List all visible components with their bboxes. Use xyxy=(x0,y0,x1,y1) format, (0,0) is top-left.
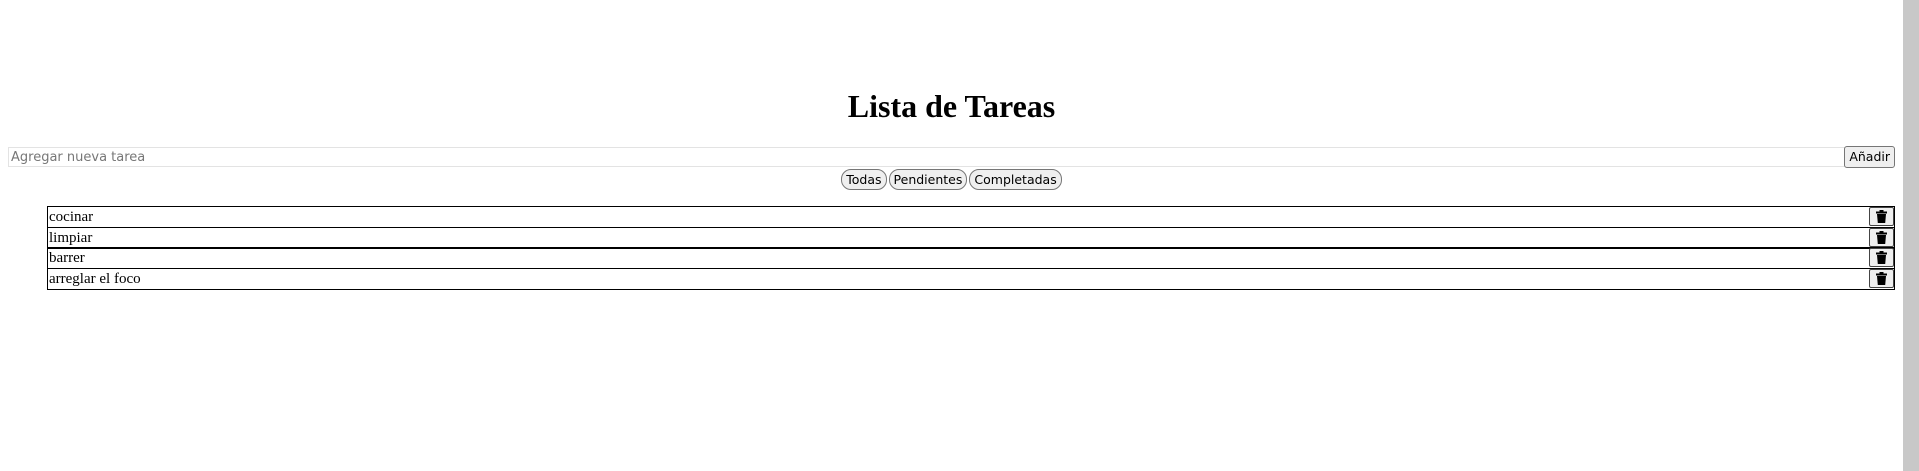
task-text: cocinar xyxy=(49,209,94,225)
page-title: Lista de Tareas xyxy=(847,88,1056,124)
page: Lista de Tareas Añadir Todas Pendientes … xyxy=(0,0,1903,471)
new-task-input[interactable] xyxy=(8,147,1845,167)
task-item[interactable]: limpiar xyxy=(47,226,1895,249)
task-list: cocinar limpiar barrer arreglar el foco xyxy=(47,206,1895,290)
filter-all-button[interactable]: Todas xyxy=(841,169,887,190)
filter-completed-button[interactable]: Completadas xyxy=(969,169,1062,190)
delete-task-button[interactable] xyxy=(1869,248,1894,267)
add-task-button[interactable]: Añadir xyxy=(1844,146,1895,168)
trash-icon xyxy=(1876,251,1887,264)
task-item[interactable]: barrer xyxy=(47,247,1895,269)
task-item[interactable]: arreglar el foco xyxy=(47,267,1895,290)
vertical-scrollbar[interactable] xyxy=(1903,0,1919,471)
delete-task-button[interactable] xyxy=(1869,268,1894,288)
trash-icon xyxy=(1876,271,1887,285)
delete-task-button[interactable] xyxy=(1869,227,1894,247)
filter-pending-button[interactable]: Pendientes xyxy=(888,169,968,190)
trash-icon xyxy=(1876,210,1887,223)
task-text: limpiar xyxy=(49,229,93,246)
filter-bar: Todas Pendientes Completadas xyxy=(0,169,1903,190)
task-text: barrer xyxy=(49,250,85,266)
task-item[interactable]: cocinar xyxy=(47,206,1895,228)
add-task-form: Añadir xyxy=(8,146,1895,168)
delete-task-button[interactable] xyxy=(1869,207,1894,226)
trash-icon xyxy=(1876,230,1887,244)
task-text: arreglar el foco xyxy=(49,270,141,287)
